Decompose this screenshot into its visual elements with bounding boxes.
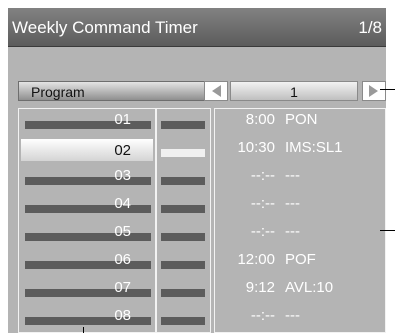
row-command: --- <box>285 167 300 184</box>
row-bar <box>25 121 151 129</box>
program-row-command[interactable]: --:-- --- <box>215 195 385 217</box>
row-number-label: 06 <box>114 251 131 268</box>
row-time: --:-- <box>250 167 275 184</box>
command-column: 8:00 PON 10:30 IMS:SL1 --:-- --- --:-- --- --:--… <box>214 108 386 333</box>
row-number-label: 03 <box>114 167 131 184</box>
row-command: --- <box>285 307 300 324</box>
row-bar <box>25 233 151 241</box>
page-indicator: 1/8 <box>358 18 382 37</box>
row-number-label: 07 <box>114 279 131 296</box>
row-indicator-bar <box>161 233 205 241</box>
row-time: 9:12 <box>245 279 275 296</box>
row-number-label: 04 <box>114 195 131 212</box>
row-bar <box>25 205 151 213</box>
row-indicator-bar <box>161 261 205 269</box>
screen-title: Weekly Command Timer <box>12 18 198 37</box>
row-indicator-bar <box>161 205 205 213</box>
row-time: 8:00 <box>245 111 275 128</box>
indicator-column <box>156 108 211 333</box>
row-command: POF <box>285 251 316 268</box>
row-indicator-bar <box>161 317 205 325</box>
row-bar <box>25 317 151 325</box>
row-bar <box>25 289 151 297</box>
program-row-number[interactable]: 07 <box>21 279 153 301</box>
row-bar <box>25 261 151 269</box>
program-value[interactable]: 1 <box>230 81 358 101</box>
row-time: --:-- <box>250 195 275 212</box>
program-label: Program <box>18 81 210 101</box>
row-indicator-bar <box>161 121 205 129</box>
program-row-number[interactable]: 02 <box>21 139 153 161</box>
program-next-button[interactable] <box>362 81 386 101</box>
program-row-command[interactable]: 8:00 PON <box>215 111 385 133</box>
row-number-label: 05 <box>114 223 131 240</box>
row-command: IMS:SL1 <box>285 139 343 156</box>
row-time: 12:00 <box>237 251 275 268</box>
program-row-number[interactable]: 04 <box>21 195 153 217</box>
arrow-left-icon <box>212 85 221 97</box>
program-prev-button[interactable] <box>204 81 228 101</box>
program-row-number[interactable]: 01 <box>21 111 153 133</box>
row-number-label: 02 <box>114 142 131 159</box>
program-row-number[interactable]: 06 <box>21 251 153 273</box>
program-row-number[interactable]: 05 <box>21 223 153 245</box>
program-row-command[interactable]: 12:00 POF <box>215 251 385 273</box>
row-command: --- <box>285 223 300 240</box>
callout-line-left <box>83 327 84 333</box>
row-time: --:-- <box>250 223 275 240</box>
callout-line-top <box>380 89 395 90</box>
arrow-right-icon <box>369 85 378 97</box>
program-row-command[interactable]: --:-- --- <box>215 223 385 245</box>
program-row-number[interactable]: 03 <box>21 167 153 189</box>
row-time: 10:30 <box>237 139 275 156</box>
number-column: 01 02 03 04 05 06 07 08 <box>18 108 156 333</box>
row-number-label: 08 <box>114 307 131 324</box>
program-row-command[interactable]: 10:30 IMS:SL1 <box>215 139 385 161</box>
row-indicator-bar <box>161 177 205 185</box>
program-row-command[interactable]: --:-- --- <box>215 307 385 329</box>
program-row-command[interactable]: 9:12 AVL:10 <box>215 279 385 301</box>
program-row-number[interactable]: 08 <box>21 307 153 329</box>
row-command: AVL:10 <box>285 279 334 296</box>
row-command: --- <box>285 195 300 212</box>
row-bar <box>25 177 151 185</box>
row-indicator-bar <box>161 149 205 157</box>
row-indicator-bar <box>161 289 205 297</box>
weekly-command-timer-screen: Weekly Command Timer 1/8 Program 1 01 02 0… <box>8 8 386 333</box>
title-bar: Weekly Command Timer 1/8 <box>8 8 386 47</box>
callout-line-bottom <box>380 230 395 231</box>
program-row-command[interactable]: --:-- --- <box>215 167 385 189</box>
row-time: --:-- <box>250 307 275 324</box>
row-command: PON <box>285 111 318 128</box>
row-number-label: 01 <box>114 111 131 128</box>
